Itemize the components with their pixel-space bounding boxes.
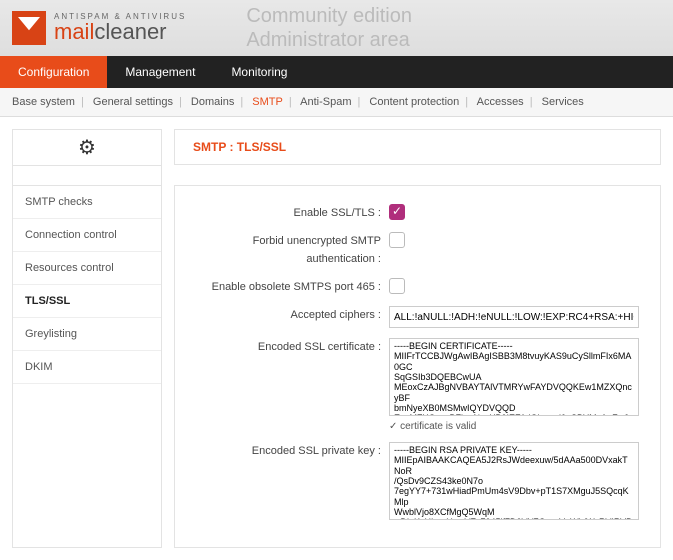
header-titles: Community edition Administrator area xyxy=(246,4,412,52)
gear-icon: ⚙ xyxy=(13,130,161,166)
subnav-anti-spam[interactable]: Anti-Spam xyxy=(300,96,351,108)
textarea-ssl-certificate[interactable] xyxy=(389,338,639,416)
subnav-content-protection[interactable]: Content protection xyxy=(369,96,459,108)
sidebar-item-smtp-checks[interactable]: SMTP checks xyxy=(13,186,161,219)
nav-management[interactable]: Management xyxy=(107,56,213,88)
subnav-general-settings[interactable]: General settings xyxy=(93,96,173,108)
label-accepted-ciphers: Accepted ciphers : xyxy=(189,306,389,324)
subnav-services[interactable]: Services xyxy=(542,96,584,108)
sidebar-item-connection-control[interactable]: Connection control xyxy=(13,219,161,252)
sidebar-item-dkim[interactable]: DKIM xyxy=(13,351,161,384)
label-ssl-private-key: Encoded SSL private key : xyxy=(189,442,389,460)
sidebar-item-greylisting[interactable]: Greylisting xyxy=(13,318,161,351)
sub-nav: Base system| General settings| Domains| … xyxy=(0,88,673,117)
app-header: ANTISPAM & ANTIVIRUS mailcleaner Communi… xyxy=(0,0,673,56)
nav-monitoring[interactable]: Monitoring xyxy=(213,56,305,88)
checkbox-forbid-unencrypted[interactable] xyxy=(389,232,405,248)
label-forbid-unencrypted: Forbid unencrypted SMTP authentication : xyxy=(189,232,389,268)
sidebar-item-tls-ssl[interactable]: TLS/SSL xyxy=(13,285,161,318)
logo-icon xyxy=(12,11,46,45)
subnav-accesses[interactable]: Accesses xyxy=(477,96,524,108)
header-title-2: Administrator area xyxy=(246,28,412,52)
header-title-1: Community edition xyxy=(246,4,412,28)
checkbox-enable-ssl[interactable] xyxy=(389,204,405,220)
subnav-base-system[interactable]: Base system xyxy=(12,96,75,108)
textarea-ssl-private-key[interactable] xyxy=(389,442,639,520)
certificate-valid-msg: certificate is valid xyxy=(389,421,646,432)
label-obsolete-465: Enable obsolete SMTPS port 465 : xyxy=(189,278,389,296)
input-accepted-ciphers[interactable] xyxy=(389,306,639,328)
panel-title: SMTP : TLS/SSL xyxy=(174,129,661,165)
label-enable-ssl: Enable SSL/TLS : xyxy=(189,204,389,222)
sidebar: ⚙ SMTP checks Connection control Resourc… xyxy=(12,129,162,548)
nav-configuration[interactable]: Configuration xyxy=(0,56,107,88)
panel-body: Enable SSL/TLS : Forbid unencrypted SMTP… xyxy=(174,185,661,548)
checkbox-obsolete-465[interactable] xyxy=(389,278,405,294)
main-nav: Configuration Management Monitoring xyxy=(0,56,673,88)
sidebar-item-resources-control[interactable]: Resources control xyxy=(13,252,161,285)
subnav-domains[interactable]: Domains xyxy=(191,96,234,108)
subnav-smtp[interactable]: SMTP xyxy=(252,96,283,108)
label-ssl-certificate: Encoded SSL certificate : xyxy=(189,338,389,356)
logo-block: ANTISPAM & ANTIVIRUS mailcleaner xyxy=(12,11,186,45)
logo-name: mailcleaner xyxy=(54,21,186,43)
